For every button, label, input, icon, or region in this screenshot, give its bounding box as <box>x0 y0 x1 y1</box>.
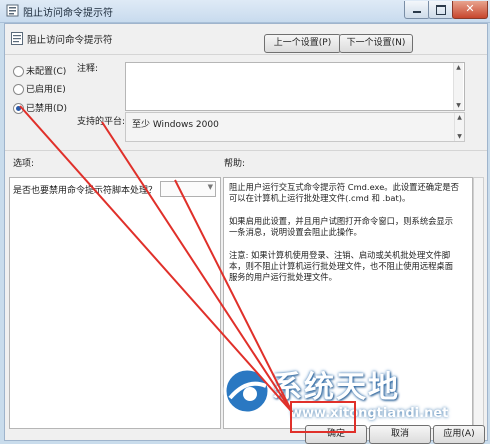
radio-label: 未配置(C) <box>26 67 67 77</box>
previous-setting-button[interactable]: 上一个设置(P) <box>264 34 341 53</box>
globe-logo-icon <box>223 367 271 415</box>
comment-textarea[interactable] <box>125 62 465 111</box>
radio-label: 已禁用(D) <box>26 104 67 114</box>
scroll-down-icon[interactable]: ▼ <box>456 133 463 140</box>
minimize-icon <box>413 11 421 13</box>
help-paragraph: 如果启用此设置，并且用户试图打开命令窗口，则系统会显示一条消息，说明设置会阻止此… <box>229 215 454 238</box>
window-title: 阻止访问命令提示符 <box>23 8 113 19</box>
option-dropdown[interactable]: ▼ <box>160 181 216 197</box>
radio-button[interactable] <box>13 66 24 77</box>
radio-label: 已启用(E) <box>26 85 66 95</box>
maximize-icon <box>436 5 446 15</box>
comment-label: 注释: <box>77 64 99 74</box>
policy-setting-icon <box>6 4 19 17</box>
platform-scrollbar[interactable]: ▲ ▼ <box>454 113 464 141</box>
chevron-down-icon: ▼ <box>207 183 213 191</box>
help-label: 帮助: <box>224 159 246 169</box>
scroll-up-icon[interactable]: ▲ <box>455 64 462 71</box>
options-pane: 是否也要禁用命令提示符脚本处理？ ▼ <box>9 177 221 429</box>
policy-title: 阻止访问命令提示符 <box>27 35 113 46</box>
policy-setting-icon <box>11 32 23 45</box>
help-paragraph: 注意: 如果计算机使用登录、注销、启动或关机批处理文件脚本，则不阻止计算机运行批… <box>229 249 454 283</box>
close-icon: ✕ <box>465 2 475 15</box>
platform-field: 至少 Windows 2000 ▲ ▼ <box>125 112 465 142</box>
next-setting-button[interactable]: 下一个设置(N) <box>339 34 413 53</box>
radio-button[interactable] <box>13 84 24 95</box>
option-label: 是否也要禁用命令提示符脚本处理？ <box>13 186 158 196</box>
maximize-button[interactable] <box>428 1 454 19</box>
close-button[interactable]: ✕ <box>452 1 488 19</box>
watermark-url: www.xitongtiandi.net <box>290 406 449 421</box>
help-text: 阻止用户运行交互式命令提示符 Cmd.exe。此设置还确定是否可以在计算机上运行… <box>229 182 461 295</box>
scroll-up-icon[interactable]: ▲ <box>456 114 463 121</box>
minimize-button[interactable] <box>404 1 430 19</box>
platform-label: 支持的平台: <box>77 117 126 127</box>
comment-scrollbar[interactable]: ▲ ▼ <box>453 63 463 110</box>
options-label: 选项: <box>13 159 35 169</box>
watermark-text: 系统天地 <box>272 370 400 405</box>
divider <box>5 54 487 55</box>
help-paragraph: 阻止用户运行交互式命令提示符 Cmd.exe。此设置还确定是否可以在计算机上运行… <box>229 182 459 204</box>
radio-button-selected[interactable] <box>13 103 24 114</box>
watermark-logo: 系统天地 www.xitongtiandi.net <box>220 360 490 440</box>
scroll-down-icon[interactable]: ▼ <box>455 102 462 109</box>
title-bar: 阻止访问命令提示符 ✕ <box>0 0 490 23</box>
platform-value: 至少 Windows 2000 <box>132 120 219 130</box>
divider <box>5 150 487 151</box>
